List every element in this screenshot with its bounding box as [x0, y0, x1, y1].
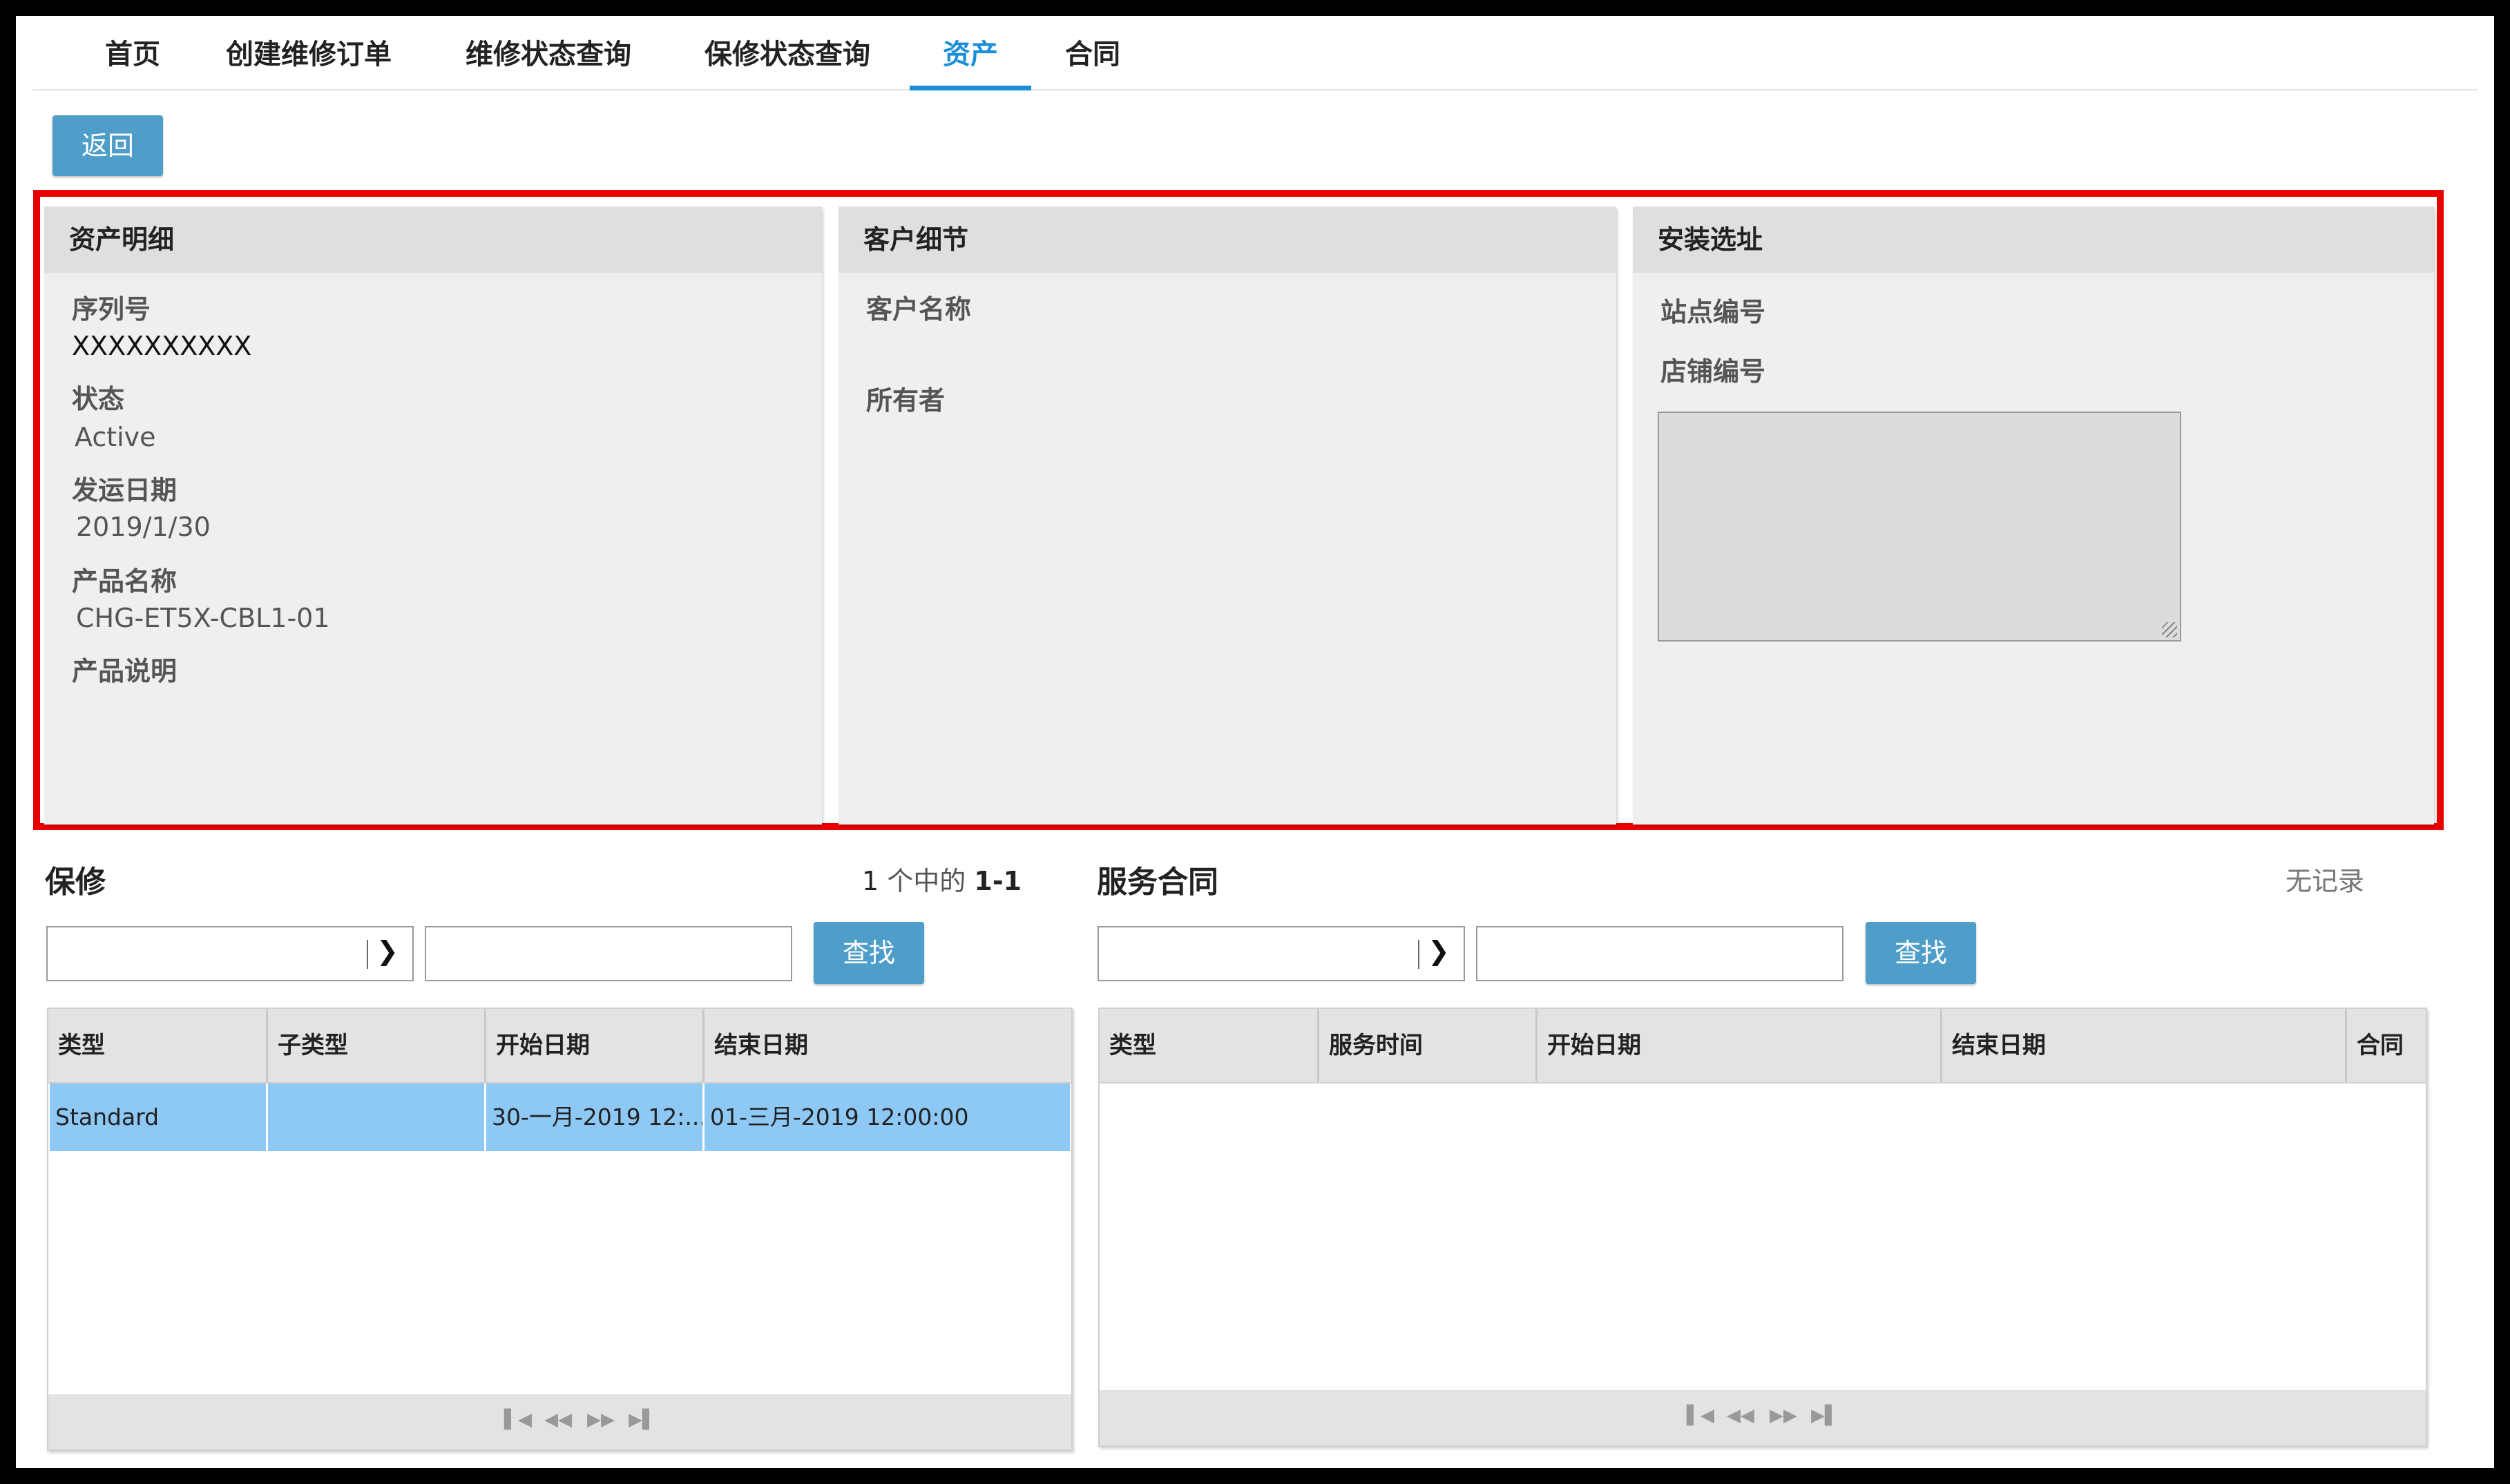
cell-end-date: 01-三月-2019 12:00:00 [710, 1104, 969, 1130]
column-header-service-time[interactable]: 服务时间 [1319, 1009, 1537, 1082]
status-label: 状态 [72, 384, 125, 414]
contract-search-button[interactable]: 查找 [1866, 922, 1976, 984]
warranty-search-input[interactable] [425, 926, 792, 981]
warranty-search-button[interactable]: 查找 [814, 922, 924, 984]
chevron-down-icon[interactable]: ❯ [1428, 936, 1450, 966]
nav-tabs: 首页 创建维修订单 维修状态查询 保修状态查询 资产 合同 [32, 20, 2478, 90]
next-page-icon[interactable]: ▶▶ [587, 1409, 615, 1430]
previous-page-icon[interactable]: ◀◀ [544, 1409, 572, 1430]
address-textarea[interactable] [1658, 412, 2181, 642]
tab-assets[interactable]: 资产 [910, 20, 1031, 90]
product-name-value: CHG-ET5X-CBL1-01 [76, 603, 330, 633]
warranty-filter-select[interactable]: ❯ [46, 926, 414, 981]
service-contract-count: 无记录 [2286, 866, 2365, 896]
site-number-label: 站点编号 [1660, 297, 1766, 327]
service-contract-title: 服务合同 [1097, 865, 1218, 900]
customer-details-panel: 客户细节 客户名称 所有者 [839, 206, 1616, 825]
contract-search-input[interactable] [1476, 926, 1843, 981]
column-header-type[interactable]: 类型 [1100, 1009, 1319, 1082]
column-header-end-date[interactable]: 结束日期 [705, 1009, 1073, 1082]
page-frame: 首页 创建维修订单 维修状态查询 保修状态查询 资产 合同 返回 资产明细 序列… [16, 16, 2494, 1468]
back-button[interactable]: 返回 [52, 115, 163, 176]
warranty-grid-header: 类型 子类型 开始日期 结束日期 [48, 1009, 1071, 1083]
serial-number-value: XXXXXXXXXX [72, 331, 252, 361]
first-page-icon[interactable]: ▌◀ [1687, 1405, 1714, 1426]
chevron-down-icon[interactable]: ❯ [376, 936, 399, 966]
column-header-type[interactable]: 类型 [48, 1009, 268, 1082]
tab-home[interactable]: 首页 [95, 20, 171, 89]
cell-start-date: 30-一月-2019 12:... [486, 1083, 705, 1151]
tab-repair-status[interactable]: 维修状态查询 [455, 20, 642, 89]
asset-detail-highlight: 资产明细 序列号 XXXXXXXXXX 状态 Active 发运日期 2019/… [33, 190, 2444, 830]
product-name-label: 产品名称 [72, 566, 178, 597]
previous-page-icon[interactable]: ◀◀ [1727, 1405, 1754, 1426]
table-row[interactable]: Standard 30-一月-2019 12:... 01-三月-2019 12… [50, 1083, 1070, 1151]
last-page-icon[interactable]: ▶▌ [629, 1409, 656, 1430]
column-header-end-date[interactable]: 结束日期 [1942, 1009, 2347, 1082]
warranty-grid-pager: ▌◀ ◀◀ ▶▶ ▶▌ [48, 1394, 1071, 1449]
customer-details-title: 客户细节 [839, 206, 1616, 273]
ship-date-value: 2019/1/30 [76, 512, 211, 542]
warranty-title: 保修 [45, 865, 106, 900]
product-description-label: 产品说明 [72, 656, 178, 686]
warranty-count-total: 1 [862, 866, 879, 896]
last-page-icon[interactable]: ▶▌ [1811, 1405, 1839, 1426]
warranty-count-range: 1-1 [974, 866, 1022, 896]
tab-contracts[interactable]: 合同 [1048, 20, 1138, 89]
store-number-label: 店铺编号 [1660, 356, 1766, 387]
serial-number-label: 序列号 [72, 294, 151, 325]
contract-filter-select[interactable]: ❯ [1098, 926, 1465, 981]
select-separator [1418, 940, 1419, 969]
next-page-icon[interactable]: ▶▶ [1770, 1405, 1797, 1426]
tab-create-repair-order[interactable]: 创建维修订单 [215, 20, 402, 89]
asset-details-panel: 资产明细 序列号 XXXXXXXXXX 状态 Active 发运日期 2019/… [44, 206, 822, 825]
warranty-count: 1 个中的 1-1 [862, 860, 1022, 898]
install-address-title: 安装选址 [1633, 206, 2434, 273]
service-contract-grid-header: 类型 服务时间 开始日期 结束日期 合同 [1100, 1009, 2426, 1083]
cell-type: Standard [50, 1083, 268, 1151]
owner-label: 所有者 [866, 385, 946, 416]
install-address-panel: 安装选址 站点编号 店铺编号 [1633, 206, 2434, 825]
column-header-start-date[interactable]: 开始日期 [1537, 1009, 1942, 1082]
service-contract-grid: 类型 服务时间 开始日期 结束日期 合同 ▌◀ ◀◀ ▶▶ ▶▌ [1098, 1008, 2427, 1447]
select-separator [367, 940, 368, 969]
customer-name-label: 客户名称 [866, 294, 972, 325]
first-page-icon[interactable]: ▌◀ [504, 1409, 532, 1430]
resize-grip-icon[interactable] [2162, 622, 2177, 637]
warranty-grid: 类型 子类型 开始日期 结束日期 Standard 30-一月-2019 12:… [47, 1008, 1073, 1451]
column-header-start-date[interactable]: 开始日期 [486, 1009, 705, 1082]
column-header-subtype[interactable]: 子类型 [268, 1009, 486, 1082]
service-contract-grid-pager: ▌◀ ◀◀ ▶▶ ▶▌ [1100, 1390, 2426, 1445]
asset-details-title: 资产明细 [44, 206, 822, 273]
warranty-count-text: 个中的 [887, 866, 966, 896]
status-value: Active [75, 422, 156, 452]
tab-warranty-status[interactable]: 保修状态查询 [694, 20, 881, 89]
column-header-contract[interactable]: 合同 [2347, 1009, 2426, 1082]
cell-subtype [268, 1083, 486, 1151]
ship-date-label: 发运日期 [72, 475, 178, 505]
